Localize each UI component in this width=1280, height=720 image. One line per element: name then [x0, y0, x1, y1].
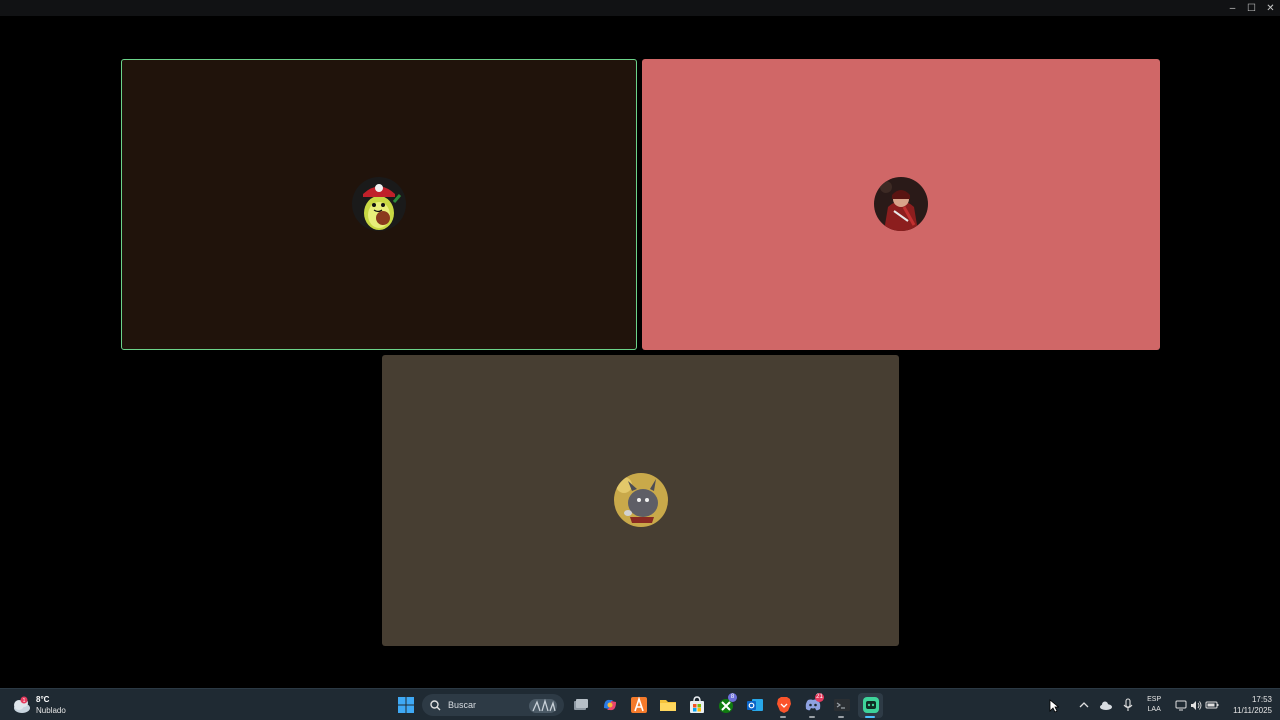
xbox-badge: 8	[728, 692, 737, 702]
window-controls: – ☐ ✕	[1223, 0, 1280, 16]
mouse-cursor-icon	[1049, 699, 1059, 713]
quick-settings[interactable]	[1171, 700, 1223, 711]
app-a-icon[interactable]	[626, 693, 651, 718]
volume-icon	[1191, 700, 1202, 710]
search-placeholder: Buscar	[448, 700, 477, 710]
maximize-button[interactable]: ☐	[1242, 0, 1261, 16]
close-button[interactable]: ✕	[1261, 0, 1280, 16]
cloud-sync-icon[interactable]	[1097, 696, 1115, 714]
taskbar-center: Buscar 8 21	[393, 692, 883, 718]
battery-icon	[1205, 701, 1219, 709]
participant-tile[interactable]	[382, 355, 899, 646]
discord-badge: 21	[815, 692, 824, 702]
weather-condition: Nublado	[36, 706, 66, 715]
title-bar: – ☐ ✕	[0, 0, 1280, 16]
file-explorer-icon[interactable]	[655, 693, 680, 718]
taskbar: 1 8°C Nublado Buscar 8 21 ESP LAA 17:53 …	[0, 688, 1280, 720]
active-indicator	[865, 715, 875, 718]
participant-tile-speaking[interactable]	[121, 59, 637, 350]
language-code: ESP	[1147, 696, 1162, 703]
active-app-icon[interactable]	[858, 692, 883, 718]
red-warrior-avatar	[874, 176, 928, 231]
clock-date: 11/11/2025	[1233, 706, 1272, 715]
brave-icon[interactable]	[771, 693, 796, 718]
language-indicator[interactable]: ESP LAA	[1141, 695, 1167, 715]
running-indicator	[780, 715, 786, 718]
outlook-icon[interactable]	[742, 693, 767, 718]
avocado-character-avatar	[352, 176, 406, 231]
clock[interactable]: 17:53 11/11/2025	[1227, 694, 1272, 716]
participant-tile[interactable]	[642, 59, 1160, 350]
store-icon[interactable]	[684, 693, 709, 718]
network-icon	[1175, 700, 1187, 710]
microphone-icon[interactable]	[1119, 696, 1137, 714]
discord-icon[interactable]: 21	[800, 692, 825, 718]
weather-alert-badge: 1	[23, 698, 26, 704]
layout-code: LAA	[1147, 706, 1161, 713]
cloud-icon: 1	[14, 696, 30, 713]
copilot-icon[interactable]	[597, 693, 622, 718]
weather-widget[interactable]: 1 8°C Nublado	[10, 691, 66, 719]
running-indicator	[838, 715, 844, 718]
search-box[interactable]: Buscar	[422, 694, 564, 716]
search-highlight-icon	[529, 698, 557, 713]
chevron-up-icon[interactable]	[1075, 696, 1093, 714]
search-icon	[430, 699, 441, 710]
running-indicator	[809, 715, 815, 718]
system-tray: ESP LAA 17:53 11/11/2025	[1075, 691, 1272, 719]
weather-temperature: 8°C	[36, 695, 50, 704]
minimize-button[interactable]: –	[1223, 0, 1242, 16]
start-icon[interactable]	[393, 693, 418, 718]
task-view-icon[interactable]	[568, 693, 593, 718]
call-stage	[0, 16, 1280, 688]
xbox-icon[interactable]: 8	[713, 692, 738, 718]
terminal-icon[interactable]	[829, 693, 854, 718]
clock-time: 17:53	[1251, 695, 1272, 704]
gray-creature-avatar	[613, 472, 668, 527]
